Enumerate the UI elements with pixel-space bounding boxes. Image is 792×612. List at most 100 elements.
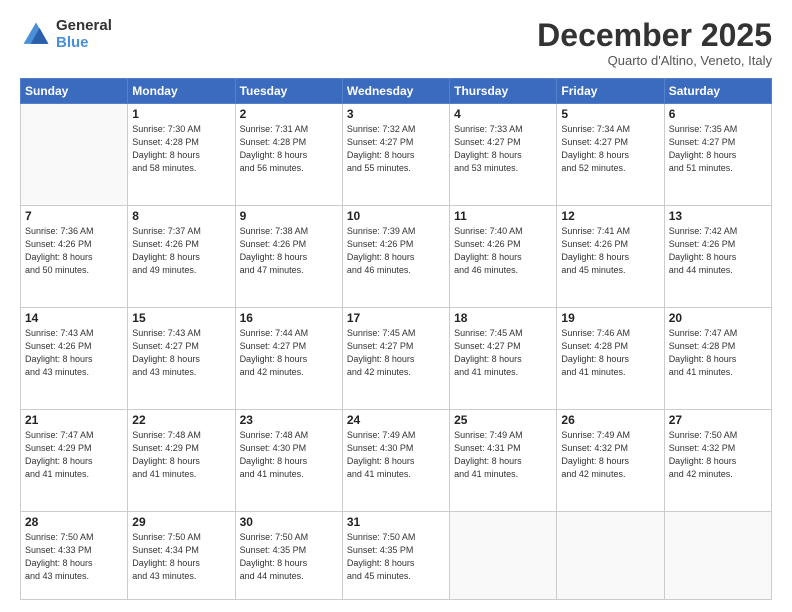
calendar-table: SundayMondayTuesdayWednesdayThursdayFrid…	[20, 78, 772, 600]
day-number: 26	[561, 413, 659, 427]
calendar-cell: 26 Sunrise: 7:49 AM Sunset: 4:32 PM Dayli…	[557, 410, 664, 512]
day-info: Sunrise: 7:33 AM Sunset: 4:27 PM Dayligh…	[454, 123, 552, 175]
day-number: 20	[669, 311, 767, 325]
day-info: Sunrise: 7:32 AM Sunset: 4:27 PM Dayligh…	[347, 123, 445, 175]
day-number: 2	[240, 107, 338, 121]
day-info: Sunrise: 7:39 AM Sunset: 4:26 PM Dayligh…	[347, 225, 445, 277]
calendar-cell: 21Sunrise: 7:47 AM Sunset: 4:29 PM Dayli…	[21, 410, 128, 512]
calendar-cell: 3Sunrise: 7:32 AM Sunset: 4:27 PM Daylig…	[342, 104, 449, 206]
day-info: Sunrise: 7:31 AM Sunset: 4:28 PM Dayligh…	[240, 123, 338, 175]
calendar-cell: 24 Sunrise: 7:49 AM Sunset: 4:30 PM Dayli…	[342, 410, 449, 512]
day-number: 25	[454, 413, 552, 427]
calendar-cell: 4 Sunrise: 7:33 AM Sunset: 4:27 PM Daylig…	[450, 104, 557, 206]
weekday-header-monday: Monday	[128, 79, 235, 104]
calendar-cell: 22 Sunrise: 7:48 AM Sunset: 4:29 PM Dayli…	[128, 410, 235, 512]
day-info: Sunrise: 7:48 AM Sunset: 4:29 PM Dayligh…	[132, 429, 230, 481]
header: General Blue December 2025 Quarto d'Alti…	[20, 18, 772, 68]
calendar-cell: 27Sunrise: 7:50 AM Sunset: 4:32 PM Dayli…	[664, 410, 771, 512]
day-number: 5	[561, 107, 659, 121]
week-row-1: 1 Sunrise: 7:30 AM Sunset: 4:28 PM Daylig…	[21, 104, 772, 206]
day-info: Sunrise: 7:34 AM Sunset: 4:27 PM Dayligh…	[561, 123, 659, 175]
calendar-cell: 2 Sunrise: 7:31 AM Sunset: 4:28 PM Daylig…	[235, 104, 342, 206]
day-info: Sunrise: 7:44 AM Sunset: 4:27 PM Dayligh…	[240, 327, 338, 379]
day-info: Sunrise: 7:43 AM Sunset: 4:26 PM Dayligh…	[25, 327, 123, 379]
day-number: 23	[240, 413, 338, 427]
weekday-header-friday: Friday	[557, 79, 664, 104]
day-number: 29	[132, 515, 230, 529]
day-info: Sunrise: 7:42 AM Sunset: 4:26 PM Dayligh…	[669, 225, 767, 277]
day-number: 1	[132, 107, 230, 121]
title-block: December 2025 Quarto d'Altino, Veneto, I…	[537, 18, 772, 68]
logo-blue: Blue	[56, 35, 112, 52]
week-row-3: 14Sunrise: 7:43 AM Sunset: 4:26 PM Dayli…	[21, 308, 772, 410]
day-number: 24	[347, 413, 445, 427]
day-info: Sunrise: 7:46 AM Sunset: 4:28 PM Dayligh…	[561, 327, 659, 379]
week-row-4: 21Sunrise: 7:47 AM Sunset: 4:29 PM Dayli…	[21, 410, 772, 512]
calendar-cell: 31 Sunrise: 7:50 AM Sunset: 4:35 PM Dayli…	[342, 511, 449, 599]
day-number: 15	[132, 311, 230, 325]
calendar-cell: 10 Sunrise: 7:39 AM Sunset: 4:26 PM Dayli…	[342, 206, 449, 308]
calendar-cell	[664, 511, 771, 599]
calendar-cell: 28 Sunrise: 7:50 AM Sunset: 4:33 PM Dayli…	[21, 511, 128, 599]
calendar-cell: 1 Sunrise: 7:30 AM Sunset: 4:28 PM Daylig…	[128, 104, 235, 206]
day-number: 28	[25, 515, 123, 529]
location-subtitle: Quarto d'Altino, Veneto, Italy	[537, 53, 772, 68]
calendar-cell: 25 Sunrise: 7:49 AM Sunset: 4:31 PM Dayli…	[450, 410, 557, 512]
day-info: Sunrise: 7:30 AM Sunset: 4:28 PM Dayligh…	[132, 123, 230, 175]
calendar-cell: 9 Sunrise: 7:38 AM Sunset: 4:26 PM Daylig…	[235, 206, 342, 308]
day-info: Sunrise: 7:41 AM Sunset: 4:26 PM Dayligh…	[561, 225, 659, 277]
day-number: 4	[454, 107, 552, 121]
day-number: 6	[669, 107, 767, 121]
day-info: Sunrise: 7:49 AM Sunset: 4:30 PM Dayligh…	[347, 429, 445, 481]
day-number: 7	[25, 209, 123, 223]
logo-icon	[20, 19, 52, 51]
week-row-2: 7 Sunrise: 7:36 AM Sunset: 4:26 PM Daylig…	[21, 206, 772, 308]
calendar-cell: 29 Sunrise: 7:50 AM Sunset: 4:34 PM Dayli…	[128, 511, 235, 599]
day-info: Sunrise: 7:38 AM Sunset: 4:26 PM Dayligh…	[240, 225, 338, 277]
calendar-cell: 5 Sunrise: 7:34 AM Sunset: 4:27 PM Daylig…	[557, 104, 664, 206]
calendar-cell: 13 Sunrise: 7:42 AM Sunset: 4:26 PM Dayli…	[664, 206, 771, 308]
calendar-cell: 11Sunrise: 7:40 AM Sunset: 4:26 PM Dayli…	[450, 206, 557, 308]
day-info: Sunrise: 7:49 AM Sunset: 4:32 PM Dayligh…	[561, 429, 659, 481]
day-info: Sunrise: 7:47 AM Sunset: 4:29 PM Dayligh…	[25, 429, 123, 481]
day-info: Sunrise: 7:49 AM Sunset: 4:31 PM Dayligh…	[454, 429, 552, 481]
logo: General Blue	[20, 18, 112, 51]
day-number: 9	[240, 209, 338, 223]
calendar-cell: 7 Sunrise: 7:36 AM Sunset: 4:26 PM Daylig…	[21, 206, 128, 308]
day-number: 22	[132, 413, 230, 427]
day-info: Sunrise: 7:37 AM Sunset: 4:26 PM Dayligh…	[132, 225, 230, 277]
day-info: Sunrise: 7:45 AM Sunset: 4:27 PM Dayligh…	[454, 327, 552, 379]
calendar-cell	[21, 104, 128, 206]
day-number: 30	[240, 515, 338, 529]
calendar-cell: 6Sunrise: 7:35 AM Sunset: 4:27 PM Daylig…	[664, 104, 771, 206]
day-number: 10	[347, 209, 445, 223]
calendar-cell: 30Sunrise: 7:50 AM Sunset: 4:35 PM Dayli…	[235, 511, 342, 599]
day-info: Sunrise: 7:48 AM Sunset: 4:30 PM Dayligh…	[240, 429, 338, 481]
day-number: 16	[240, 311, 338, 325]
day-number: 17	[347, 311, 445, 325]
day-number: 8	[132, 209, 230, 223]
logo-general: General	[56, 18, 112, 35]
weekday-header-saturday: Saturday	[664, 79, 771, 104]
day-number: 19	[561, 311, 659, 325]
day-info: Sunrise: 7:36 AM Sunset: 4:26 PM Dayligh…	[25, 225, 123, 277]
weekday-header-wednesday: Wednesday	[342, 79, 449, 104]
day-info: Sunrise: 7:50 AM Sunset: 4:34 PM Dayligh…	[132, 531, 230, 583]
day-info: Sunrise: 7:50 AM Sunset: 4:35 PM Dayligh…	[347, 531, 445, 583]
day-info: Sunrise: 7:50 AM Sunset: 4:33 PM Dayligh…	[25, 531, 123, 583]
day-info: Sunrise: 7:50 AM Sunset: 4:32 PM Dayligh…	[669, 429, 767, 481]
calendar-cell: 15Sunrise: 7:43 AM Sunset: 4:27 PM Dayli…	[128, 308, 235, 410]
day-number: 12	[561, 209, 659, 223]
calendar-cell: 8 Sunrise: 7:37 AM Sunset: 4:26 PM Daylig…	[128, 206, 235, 308]
calendar-cell: 23 Sunrise: 7:48 AM Sunset: 4:30 PM Dayli…	[235, 410, 342, 512]
calendar-cell: 14Sunrise: 7:43 AM Sunset: 4:26 PM Dayli…	[21, 308, 128, 410]
day-number: 18	[454, 311, 552, 325]
calendar-cell	[450, 511, 557, 599]
weekday-header-tuesday: Tuesday	[235, 79, 342, 104]
logo-text: General Blue	[56, 18, 112, 51]
day-info: Sunrise: 7:47 AM Sunset: 4:28 PM Dayligh…	[669, 327, 767, 379]
day-number: 13	[669, 209, 767, 223]
day-number: 31	[347, 515, 445, 529]
calendar-cell: 12 Sunrise: 7:41 AM Sunset: 4:26 PM Dayli…	[557, 206, 664, 308]
weekday-header-sunday: Sunday	[21, 79, 128, 104]
